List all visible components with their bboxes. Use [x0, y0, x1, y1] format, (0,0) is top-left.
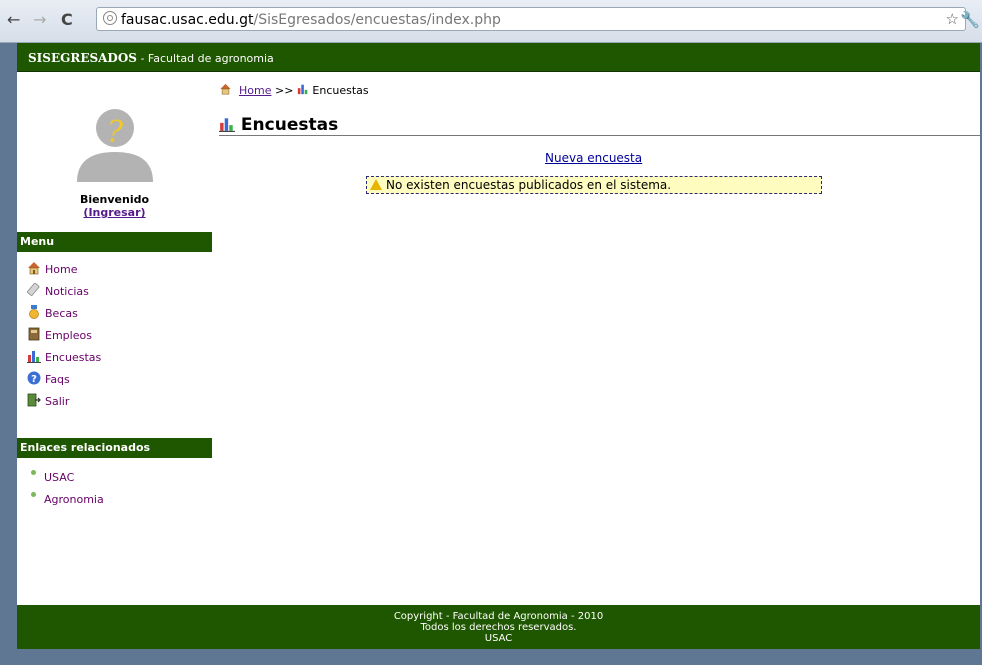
link-agronomia[interactable]: Agronomia: [31, 492, 104, 507]
wrench-icon[interactable]: 🔧: [960, 10, 980, 29]
menu-item-label: Empleos: [45, 329, 92, 342]
welcome-text: Bienvenido: [79, 193, 150, 206]
back-icon[interactable]: ←: [7, 10, 20, 30]
reload-icon[interactable]: C: [61, 10, 73, 30]
site-title: SISEGRESADOS - Facultad de agronomia: [28, 51, 274, 65]
book-icon: [28, 327, 40, 341]
bookmark-star-icon[interactable]: ☆: [946, 10, 959, 28]
welcome-box: Bienvenido (Ingresar): [17, 193, 212, 219]
exit-icon: [27, 393, 41, 407]
avatar-placeholder-icon: ?: [77, 109, 153, 182]
help-icon: ?: [27, 371, 41, 385]
menu-item-label: Noticias: [45, 285, 89, 298]
chart-icon: [219, 118, 235, 132]
link-usac[interactable]: USAC: [31, 470, 74, 485]
bullet-icon: [31, 492, 36, 497]
menu-item-encuestas[interactable]: Encuestas: [27, 349, 101, 367]
menu-heading: Menu: [17, 232, 212, 252]
chart-icon: [27, 351, 41, 363]
breadcrumb-home-link[interactable]: Home: [239, 84, 271, 97]
address-bar[interactable]: fausac.usac.edu.gt/SisEgresados/encuesta…: [96, 7, 966, 31]
page-info-icon[interactable]: [103, 11, 117, 25]
svg-text:?: ?: [31, 374, 37, 385]
bullet-icon: [31, 470, 36, 475]
link-label: Agronomia: [44, 493, 104, 506]
login-link[interactable]: (Ingresar): [17, 206, 212, 219]
menu-item-empleos[interactable]: Empleos: [27, 327, 92, 345]
page-title: Encuestas: [240, 115, 339, 135]
breadcrumb-current: Encuestas: [312, 84, 369, 97]
page-title-bar: Encuestas: [219, 115, 980, 136]
sidebar: ? Bienvenido (Ingresar) Menu Home Notici…: [17, 72, 212, 592]
menu-item-salir[interactable]: Salir: [27, 393, 69, 411]
news-icon: [27, 283, 40, 296]
url-host: fausac.usac.edu.gt: [121, 12, 254, 28]
app-subtitle: - Facultad de agronomia: [136, 52, 274, 65]
menu-item-home[interactable]: Home: [27, 261, 77, 279]
app-name: SISEGRESADOS: [28, 51, 137, 65]
menu-item-label: Home: [45, 263, 78, 276]
breadcrumb: Home >> Encuestas: [219, 83, 369, 97]
menu-item-label: Becas: [45, 307, 78, 320]
breadcrumb-separator: >>: [274, 84, 294, 97]
menu-item-label: Faqs: [45, 373, 70, 386]
menu-item-label: Salir: [45, 395, 70, 408]
warning-icon: [370, 179, 382, 190]
site-header: SISEGRESADOS - Facultad de agronomia: [17, 43, 980, 72]
links-heading: Enlaces relacionados: [17, 438, 212, 458]
forward-icon[interactable]: →: [33, 10, 46, 30]
page-content: SISEGRESADOS - Facultad de agronomia ? B…: [17, 43, 980, 649]
url-path: /SisEgresados/encuestas/index.php: [253, 12, 501, 28]
menu-item-label: Encuestas: [45, 351, 102, 364]
browser-toolbar: ← → C fausac.usac.edu.gt/SisEgresados/en…: [0, 0, 982, 43]
site-footer: Copyright - Facultad de Agronomia - 2010…: [17, 605, 980, 649]
home-icon: [28, 262, 40, 275]
menu-item-noticias[interactable]: Noticias: [27, 283, 89, 301]
menu-item-becas[interactable]: Becas: [27, 305, 78, 323]
footer-copyright: Copyright - Facultad de Agronomia - 2010: [393, 611, 604, 622]
medal-icon: [29, 305, 39, 319]
warning-text: No existen encuestas publicados en el si…: [386, 178, 672, 192]
footer-org: USAC: [484, 633, 513, 644]
empty-warning-message: No existen encuestas publicados en el si…: [366, 176, 822, 194]
url-text[interactable]: fausac.usac.edu.gt/SisEgresados/encuesta…: [121, 11, 501, 29]
home-icon: [220, 83, 231, 95]
new-survey-link[interactable]: Nueva encuesta: [545, 151, 642, 165]
chart-icon: [297, 84, 308, 95]
menu-item-faqs[interactable]: ? Faqs: [27, 371, 70, 389]
link-label: USAC: [44, 471, 75, 484]
footer-rights: Todos los derechos reservados.: [420, 622, 577, 633]
svg-text:?: ?: [107, 115, 124, 150]
